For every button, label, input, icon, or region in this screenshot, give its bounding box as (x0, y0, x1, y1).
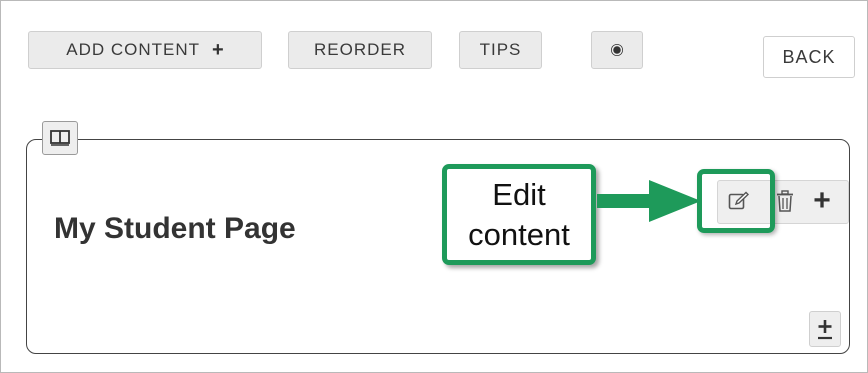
add-content-label: ADD CONTENT (66, 40, 201, 59)
edit-content-callout: Edit content (442, 164, 596, 265)
callout-line-1: Edit (492, 176, 546, 212)
delete-block-button[interactable] (772, 186, 798, 216)
plus-icon: + (813, 184, 831, 217)
page-editor: ADD CONTENT + REORDER TIPS BACK My Stude… (0, 0, 868, 373)
layout-toggle-button[interactable] (42, 121, 78, 155)
edit-icon (728, 191, 750, 210)
columns-layout-icon (50, 130, 70, 146)
back-label: BACK (782, 46, 836, 67)
back-button[interactable]: BACK (763, 36, 855, 78)
edit-content-button[interactable] (724, 186, 754, 216)
plus-underline-icon (818, 320, 832, 340)
callout-arrow (597, 180, 701, 222)
content-block (26, 139, 850, 354)
add-block-below-button[interactable] (809, 311, 841, 347)
tips-button[interactable]: TIPS (459, 31, 542, 69)
add-content-button[interactable]: ADD CONTENT + (28, 31, 262, 69)
reorder-label: REORDER (313, 40, 406, 59)
tips-label: TIPS (479, 40, 522, 59)
gear-icon (613, 46, 621, 54)
settings-button[interactable] (591, 31, 643, 69)
reorder-button[interactable]: REORDER (288, 31, 432, 69)
page-heading[interactable]: My Student Page (54, 212, 296, 246)
callout-line-2: content (468, 216, 570, 252)
plus-icon: + (212, 38, 224, 61)
trash-icon (777, 190, 793, 212)
add-element-button[interactable]: + (807, 184, 837, 218)
